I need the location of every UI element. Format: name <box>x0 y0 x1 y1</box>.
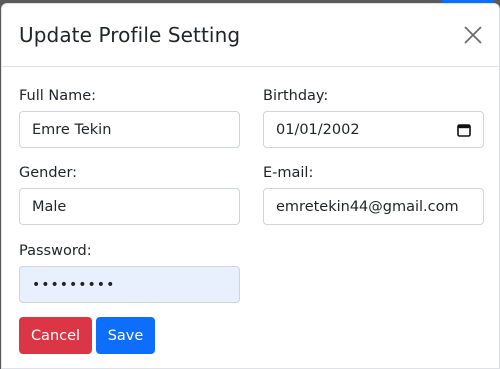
birthday-input[interactable]: 01/01/2002 <box>263 111 484 148</box>
cancel-button[interactable]: Cancel <box>19 317 92 354</box>
password-group: Password: ••••••••• <box>19 243 240 303</box>
modal-title: Update Profile Setting <box>19 23 241 47</box>
update-profile-modal: Update Profile Setting Full Name: Emre T… <box>1 3 500 369</box>
full-name-group: Full Name: Emre Tekin <box>19 88 240 148</box>
password-value: ••••••••• <box>32 276 116 293</box>
gender-group: Gender: Male <box>19 165 240 225</box>
email-group: E-mail: emretekin44@gmail.com <box>263 165 484 225</box>
password-label: Password: <box>19 243 92 259</box>
password-input[interactable]: ••••••••• <box>19 266 240 303</box>
close-icon <box>464 26 482 44</box>
birthday-label: Birthday: <box>263 88 329 104</box>
gender-input[interactable]: Male <box>19 188 240 225</box>
full-name-label: Full Name: <box>19 88 97 104</box>
birthday-value: 01/01/2002 <box>276 121 360 138</box>
gender-value: Male <box>32 198 67 215</box>
birthday-group: Birthday: 01/01/2002 <box>263 88 484 148</box>
modal-header: Update Profile Setting <box>2 4 499 67</box>
calendar-icon[interactable] <box>457 123 471 137</box>
email-value: emretekin44@gmail.com <box>276 198 459 215</box>
full-name-input[interactable]: Emre Tekin <box>19 111 240 148</box>
close-button[interactable] <box>461 23 485 47</box>
email-label: E-mail: <box>263 165 314 181</box>
full-name-value: Emre Tekin <box>32 121 112 138</box>
email-input[interactable]: emretekin44@gmail.com <box>263 188 484 225</box>
modal-body: Full Name: Emre Tekin Birthday: 01/01/20… <box>2 67 499 369</box>
gender-label: Gender: <box>19 165 78 181</box>
save-button[interactable]: Save <box>96 317 155 354</box>
